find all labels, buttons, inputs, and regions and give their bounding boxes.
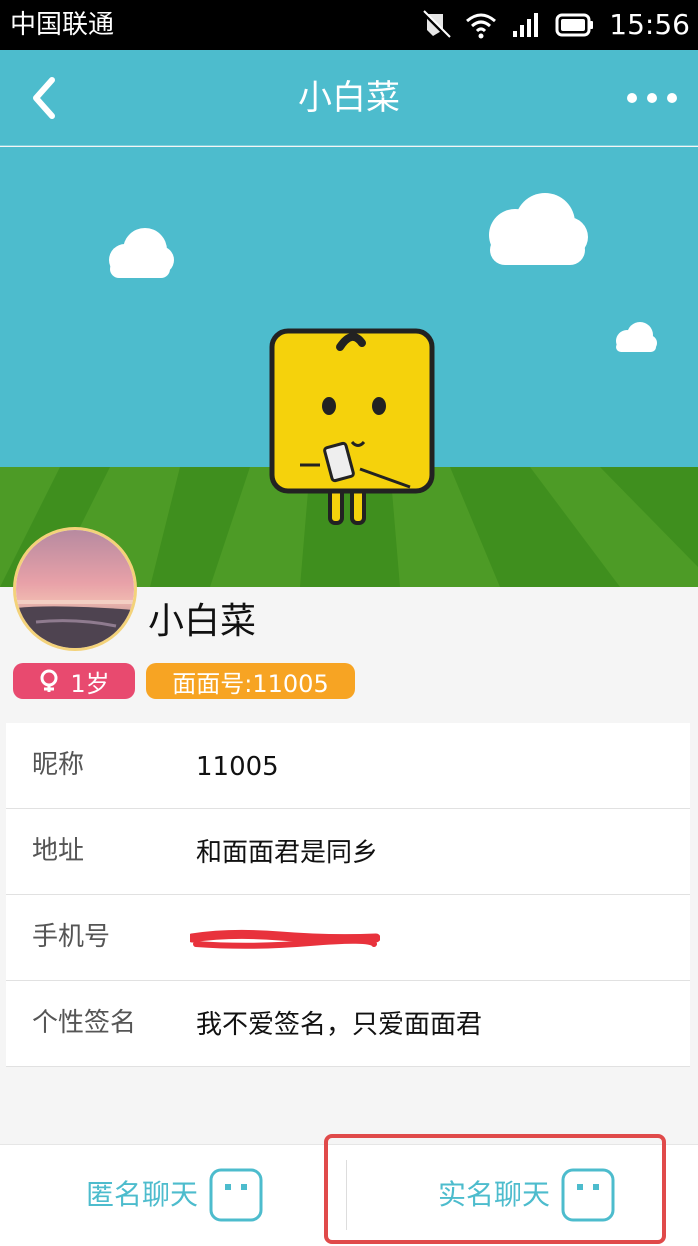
avatar-image bbox=[16, 530, 134, 648]
info-row-nickname: 昵称 11005 bbox=[6, 723, 690, 809]
info-row-address: 地址 和面面君是同乡 bbox=[6, 809, 690, 895]
id-badge: 面面号:11005 bbox=[146, 663, 355, 699]
page-title: 小白菜 bbox=[298, 78, 400, 118]
nav-bar: 小白菜 bbox=[0, 50, 698, 146]
chat-face-icon bbox=[209, 1168, 263, 1222]
battery-icon bbox=[555, 13, 594, 37]
mute-icon bbox=[421, 10, 452, 40]
avatar[interactable] bbox=[13, 527, 137, 651]
more-icon[interactable] bbox=[622, 78, 682, 118]
female-icon bbox=[40, 669, 58, 692]
info-value: 我不爱签名，只爱面面君 bbox=[196, 1010, 483, 1040]
age-badge: 1岁 bbox=[13, 663, 135, 699]
back-icon[interactable] bbox=[22, 74, 70, 122]
profile-name: 小白菜 bbox=[148, 601, 257, 642]
info-label: 昵称 bbox=[32, 750, 85, 780]
info-row-signature: 个性签名 我不爱签名，只爱面面君 bbox=[6, 981, 690, 1067]
carrier-name: 中国联通 bbox=[10, 10, 115, 40]
profile-banner bbox=[0, 147, 698, 587]
info-label: 手机号 bbox=[32, 922, 111, 952]
app-screen: 中国联通 15:56 小白菜 小白菜 1岁 面面号:11005 昵称 11005… bbox=[0, 0, 698, 1246]
highlight-box bbox=[324, 1134, 666, 1244]
info-label: 地址 bbox=[32, 836, 85, 866]
clock: 15:56 bbox=[609, 8, 690, 41]
redaction-mark bbox=[190, 929, 380, 949]
status-bar: 中国联通 15:56 bbox=[0, 0, 698, 50]
age-text: 1岁 bbox=[70, 669, 110, 698]
info-label: 个性签名 bbox=[32, 1008, 137, 1038]
signal-icon bbox=[513, 13, 539, 37]
info-value: 和面面君是同乡 bbox=[196, 838, 379, 868]
anonymous-chat-label: 匿名聊天 bbox=[86, 1178, 199, 1211]
anonymous-chat-button[interactable]: 匿名聊天 bbox=[86, 1148, 264, 1242]
info-value: 11005 bbox=[196, 752, 279, 782]
wifi-icon bbox=[466, 13, 497, 39]
status-icons: 15:56 bbox=[421, 7, 690, 43]
info-list: 昵称 11005 地址 和面面君是同乡 手机号 个性签名 我不爱签名，只爱面面君 bbox=[6, 723, 690, 1067]
